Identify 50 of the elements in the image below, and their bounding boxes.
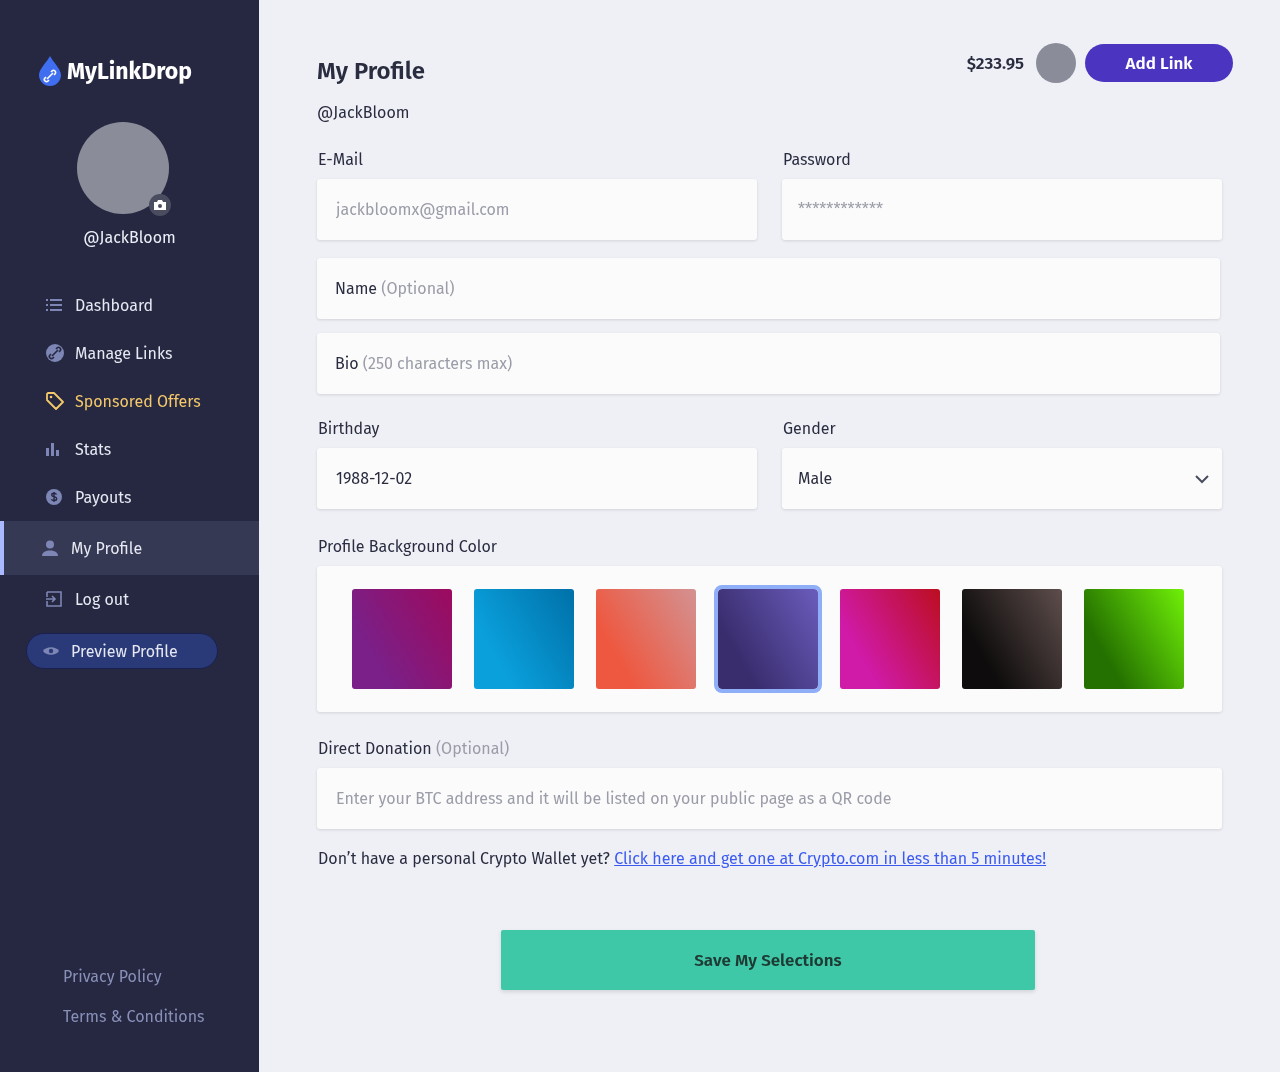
wallet-note: Don’t have a personal Crypto Wallet yet? Click here and get one at Crypto.com in less than 5 minutes! [318, 849, 1048, 868]
dollar-icon [46, 489, 62, 505]
nav-item[interactable]: Sponsored Offers [0, 377, 259, 425]
footer-link[interactable]: Terms & Conditions [63, 1007, 205, 1026]
nav-item[interactable]: Stats [0, 425, 259, 473]
color-swatch[interactable] [840, 589, 940, 689]
color-swatch[interactable] [474, 589, 574, 689]
field-label: Gender [783, 419, 837, 439]
birthday-field[interactable]: 1988-12-02 [317, 448, 757, 509]
add-link-button[interactable]: Add Link [1085, 44, 1233, 82]
camera-icon[interactable] [149, 194, 171, 216]
field-label: E-Mail [318, 150, 365, 170]
nav-item[interactable]: Dashboard [0, 281, 259, 329]
nav-item[interactable]: Log out [0, 575, 259, 623]
chevron-down-icon [1194, 473, 1210, 484]
page-title: My Profile [317, 57, 426, 85]
nav-item[interactable]: Payouts [0, 473, 259, 521]
bar-chart-icon [46, 442, 60, 456]
name-field[interactable]: Name (Optional) [317, 258, 1220, 319]
nav-item[interactable]: My Profile [0, 521, 259, 575]
email-field[interactable]: jackbloomx@gmail.com [317, 179, 757, 240]
color-swatch[interactable] [352, 589, 452, 689]
btc-address-field[interactable]: Enter your BTC address and it will be listed on your public page as a QR code [317, 768, 1222, 829]
crypto-link[interactable]: Click here and get one at Crypto.com in less than 5 minutes! [614, 849, 1047, 868]
person-icon [42, 540, 58, 556]
save-button[interactable]: Save My Selections [501, 930, 1035, 990]
brand-name: MyLinkDrop [67, 57, 192, 85]
password-field[interactable]: ************ [782, 179, 1222, 240]
username: @JackBloom [83, 228, 176, 247]
gender-select[interactable]: Male [782, 448, 1222, 509]
preview-profile-button[interactable]: Preview Profile [26, 633, 218, 669]
link-icon [46, 344, 64, 362]
list-icon [46, 299, 62, 311]
field-label: Profile Background Color [318, 537, 498, 557]
color-swatch[interactable] [596, 589, 696, 689]
color-swatch[interactable] [962, 589, 1062, 689]
field-label: Direct Donation (Optional) [318, 739, 511, 759]
balance: $233.95 [966, 52, 1024, 74]
tag-icon [46, 392, 64, 410]
eye-icon [43, 646, 59, 656]
logout-icon [46, 591, 62, 607]
color-swatch[interactable] [1084, 589, 1184, 689]
footer-link[interactable]: Privacy Policy [63, 967, 162, 986]
field-label: Password [783, 150, 852, 170]
bio-field[interactable]: Bio (250 characters max) [317, 333, 1220, 394]
nav-item[interactable]: Manage Links [0, 329, 259, 377]
avatar-photo-placeholder[interactable] [1036, 43, 1076, 83]
droplet-link-logo-icon [39, 56, 61, 86]
field-label: Birthday [318, 419, 381, 439]
username: @JackBloom [317, 103, 411, 122]
